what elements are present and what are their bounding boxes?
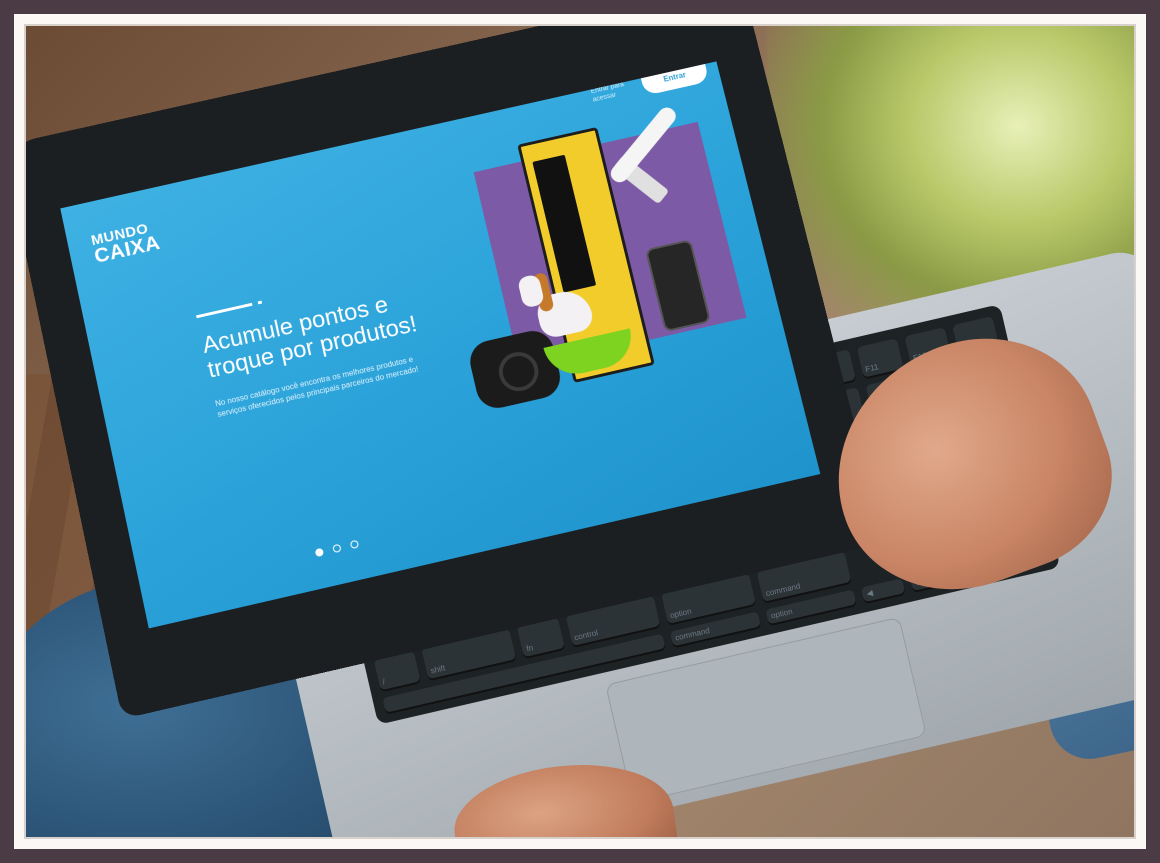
carousel-dot[interactable]	[332, 543, 342, 554]
laptop-screen: Entrar para acessar Entrar MUNDO CAIXA A…	[60, 61, 821, 629]
keyboard-key[interactable]: ◀	[861, 578, 905, 603]
headline-divider-dot	[257, 300, 263, 305]
speaker-image	[465, 326, 565, 413]
headline-divider	[196, 302, 253, 319]
nav-hint-text: Entrar para acessar	[589, 80, 625, 103]
speaker-grille	[494, 348, 543, 395]
mundo-caixa-logo[interactable]: MUNDO CAIXA	[90, 220, 163, 267]
login-button[interactable]: Entrar	[639, 61, 710, 96]
photo-frame: escF1F2F3F4F5F6F7F8F9F10F11F12⏏`12345678…	[14, 14, 1146, 849]
top-nav: Entrar para acessar Entrar	[589, 61, 710, 107]
carousel-dots	[314, 539, 360, 558]
carousel-dot[interactable]	[314, 547, 325, 558]
carousel-dot[interactable]	[349, 539, 360, 550]
